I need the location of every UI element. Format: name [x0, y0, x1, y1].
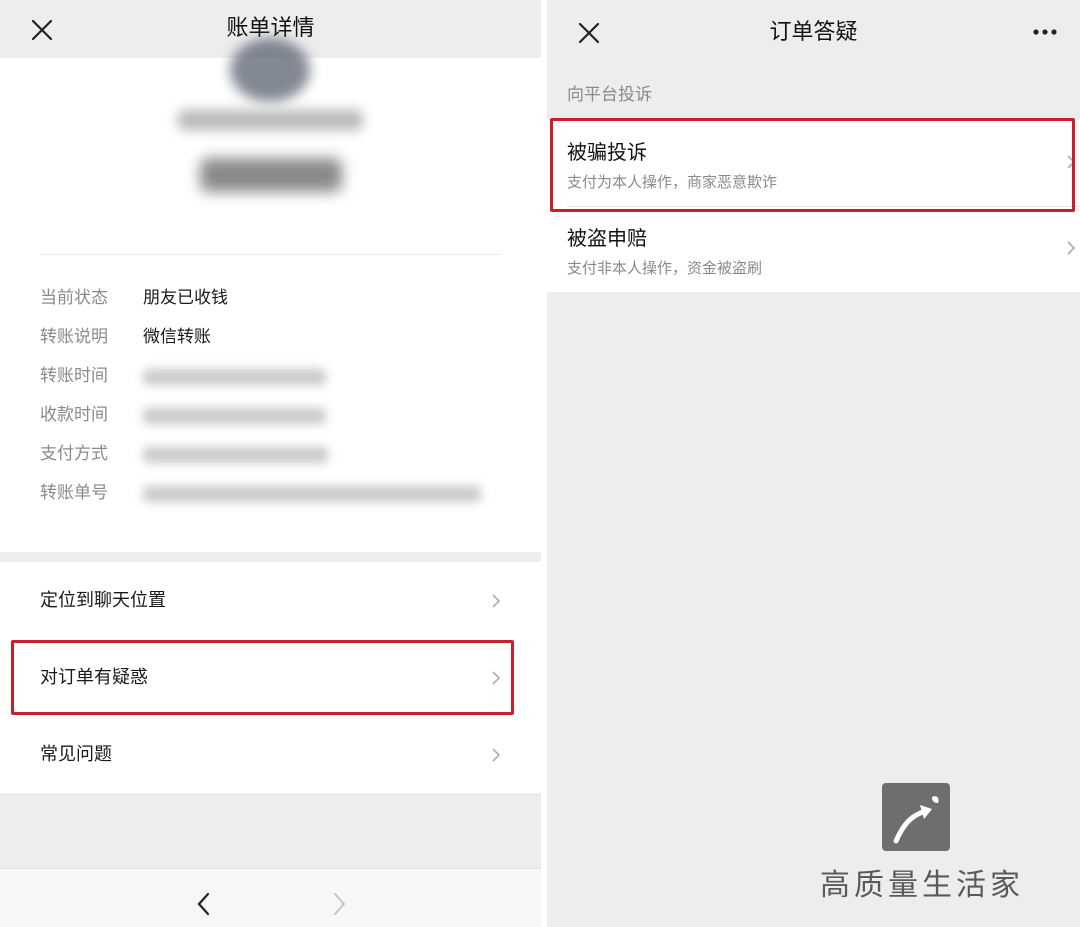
chevron-right-icon [492, 748, 501, 762]
theft-claim-item[interactable]: 被盗申赔 支付非本人操作，资金被盗刷 [547, 206, 1080, 292]
bill-details-screen: 账单详情 当前状态 朋友已收钱 转账说明 微信转账 转账时间 收款时间 支付方式… [0, 0, 541, 927]
info-label: 当前状态 [40, 288, 108, 308]
list-item-label: 对订单有疑惑 [40, 667, 148, 688]
order-help-screen: 订单答疑 向平台投诉 被骗投诉 支付为本人操作，商家恶意欺诈 被盗申赔 支付非本… [547, 0, 1080, 927]
chevron-right-icon [492, 594, 501, 608]
blurred-value [143, 486, 481, 502]
info-label: 转账说明 [40, 327, 108, 347]
order-question-item[interactable]: 对订单有疑惑 [0, 639, 541, 716]
info-value: 朋友已收钱 [143, 288, 228, 308]
item-description: 支付为本人操作，商家恶意欺诈 [567, 173, 778, 191]
more-icon[interactable] [1032, 28, 1058, 36]
list-item-label: 常见问题 [40, 744, 112, 765]
watermark-text: 高质量生活家 [820, 868, 1024, 903]
blurred-value [143, 447, 328, 463]
bill-card: 当前状态 朋友已收钱 转账说明 微信转账 转账时间 收款时间 支付方式 转账单号 [0, 38, 541, 552]
blurred-amount [200, 158, 342, 192]
back-arrow-icon[interactable] [195, 891, 213, 917]
fraud-complaint-item[interactable]: 被骗投诉 支付为本人操作，商家恶意欺诈 [547, 120, 1080, 207]
complaint-list: 被骗投诉 支付为本人操作，商家恶意欺诈 被盗申赔 支付非本人操作，资金被盗刷 [547, 120, 1080, 292]
divider [40, 254, 502, 255]
browser-toolbar [0, 868, 541, 927]
item-title: 被骗投诉 [567, 140, 647, 164]
info-label: 支付方式 [40, 444, 108, 464]
action-list: 定位到聊天位置 对订单有疑惑 常见问题 [0, 562, 541, 793]
info-value: 微信转账 [143, 327, 211, 347]
blurred-value [143, 408, 326, 424]
locate-chat-item[interactable]: 定位到聊天位置 [0, 562, 541, 639]
list-item-label: 定位到聊天位置 [40, 590, 166, 611]
page-title: 订单答疑 [769, 20, 858, 45]
chevron-right-icon [1067, 241, 1076, 255]
info-label: 收款时间 [40, 405, 108, 425]
watermark-logo-icon [882, 783, 950, 851]
item-description: 支付非本人操作，资金被盗刷 [567, 259, 763, 277]
forward-arrow-icon[interactable] [330, 891, 348, 917]
blurred-value [143, 369, 326, 385]
chevron-right-icon [1067, 155, 1076, 169]
info-label: 转账单号 [40, 483, 108, 503]
section-title: 向平台投诉 [567, 85, 652, 105]
faq-item[interactable]: 常见问题 [0, 716, 541, 793]
info-label: 转账时间 [40, 366, 108, 386]
blurred-payee-name [178, 110, 363, 130]
nav-bar: 订单答疑 [547, 0, 1080, 62]
blurred-avatar [230, 38, 310, 102]
chevron-right-icon [492, 671, 501, 685]
item-title: 被盗申赔 [567, 226, 647, 250]
